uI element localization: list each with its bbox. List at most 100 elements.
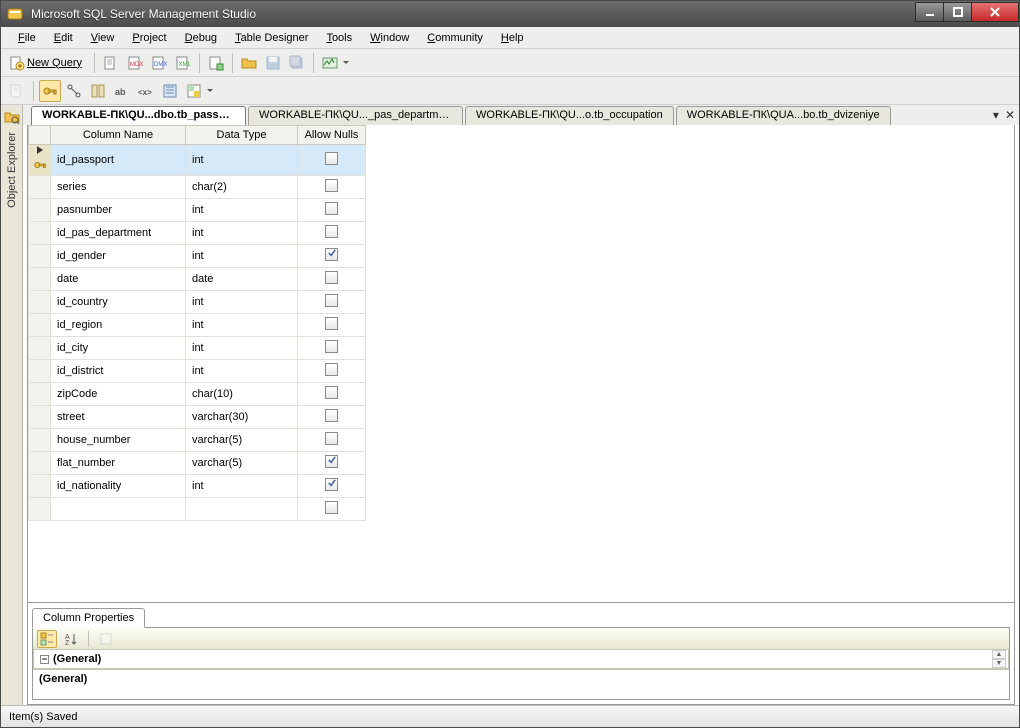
menu-project[interactable]: Project (123, 29, 175, 47)
check-constraints-icon[interactable] (159, 80, 181, 102)
columns-grid[interactable]: Column Name Data Type Allow Nulls id_pas… (28, 125, 366, 521)
dmx-query-icon[interactable]: DMX (148, 52, 170, 74)
allow-nulls-checkbox[interactable] (325, 501, 338, 514)
cell-allow-nulls[interactable] (298, 291, 366, 314)
row-header[interactable] (29, 145, 51, 176)
table-row[interactable]: flat_numbervarchar(5) (29, 452, 366, 475)
allow-nulls-checkbox[interactable] (325, 179, 338, 192)
spatial-index-icon[interactable] (183, 80, 205, 102)
cell-data-type[interactable]: varchar(5) (186, 429, 298, 452)
close-document-icon[interactable]: ✕ (1005, 108, 1015, 122)
cell-allow-nulls[interactable] (298, 337, 366, 360)
cell-data-type[interactable]: int (186, 314, 298, 337)
cell-column-name[interactable]: zipCode (51, 383, 186, 406)
allow-nulls-checkbox[interactable] (325, 248, 338, 261)
cell-column-name[interactable]: house_number (51, 429, 186, 452)
new-db-query-icon[interactable] (100, 52, 122, 74)
fulltext-index-icon[interactable]: ab (111, 80, 133, 102)
allow-nulls-checkbox[interactable] (325, 409, 338, 422)
document-tab[interactable]: WORKABLE-ПК\QUA...bo.tb_dvizeniye (676, 106, 891, 125)
allow-nulls-checkbox[interactable] (325, 432, 338, 445)
cell-data-type[interactable]: int (186, 475, 298, 498)
allow-nulls-checkbox[interactable] (325, 271, 338, 284)
menu-file[interactable]: File (9, 29, 45, 47)
cell-data-type[interactable]: int (186, 337, 298, 360)
table-row[interactable]: id_cityint (29, 337, 366, 360)
allow-nulls-checkbox[interactable] (325, 386, 338, 399)
toolbar-overflow-icon[interactable] (342, 52, 349, 74)
table-row[interactable]: id_passportint (29, 145, 366, 176)
row-header[interactable] (29, 452, 51, 475)
cell-allow-nulls[interactable] (298, 429, 366, 452)
open-file-icon[interactable] (238, 52, 260, 74)
table-row[interactable]: id_pas_departmentint (29, 222, 366, 245)
row-header[interactable] (29, 337, 51, 360)
cell-data-type[interactable] (186, 498, 298, 521)
cell-allow-nulls[interactable] (298, 383, 366, 406)
close-button[interactable] (971, 2, 1019, 22)
table-row[interactable] (29, 498, 366, 521)
cell-data-type[interactable]: int (186, 199, 298, 222)
table-row[interactable]: house_numbervarchar(5) (29, 429, 366, 452)
cell-column-name[interactable]: id_gender (51, 245, 186, 268)
toolbar2-overflow-icon[interactable] (206, 80, 213, 102)
cell-column-name[interactable]: flat_number (51, 452, 186, 475)
scroll-up-icon[interactable]: ▲ (992, 650, 1006, 659)
cell-column-name[interactable]: date (51, 268, 186, 291)
cell-data-type[interactable]: char(2) (186, 176, 298, 199)
document-tab[interactable]: WORKABLE-ПК\QU...dbo.tb_passport (31, 106, 246, 125)
row-header[interactable] (29, 222, 51, 245)
titlebar[interactable]: Microsoft SQL Server Management Studio (1, 1, 1019, 27)
cell-column-name[interactable]: id_city (51, 337, 186, 360)
allow-nulls-checkbox[interactable] (325, 363, 338, 376)
cell-data-type[interactable]: int (186, 291, 298, 314)
xml-index-icon[interactable]: <x> (135, 80, 157, 102)
cell-column-name[interactable]: id_passport (51, 145, 186, 176)
header-data-type[interactable]: Data Type (186, 126, 298, 145)
allow-nulls-checkbox[interactable] (325, 317, 338, 330)
row-header[interactable] (29, 314, 51, 337)
table-row[interactable]: id_regionint (29, 314, 366, 337)
expand-icon[interactable]: − (40, 655, 49, 664)
row-header[interactable] (29, 475, 51, 498)
mdx-query-icon[interactable]: MDX (124, 52, 146, 74)
table-row[interactable]: id_countryint (29, 291, 366, 314)
allow-nulls-checkbox[interactable] (325, 225, 338, 238)
categorized-view-icon[interactable] (37, 630, 57, 648)
table-row[interactable]: zipCodechar(10) (29, 383, 366, 406)
row-header[interactable] (29, 199, 51, 222)
cell-allow-nulls[interactable] (298, 360, 366, 383)
menu-table-designer[interactable]: Table Designer (226, 29, 317, 47)
cell-column-name[interactable]: id_district (51, 360, 186, 383)
set-primary-key-icon[interactable] (39, 80, 61, 102)
cell-allow-nulls[interactable] (298, 222, 366, 245)
cell-data-type[interactable]: char(10) (186, 383, 298, 406)
row-header[interactable] (29, 383, 51, 406)
document-tab[interactable]: WORKABLE-ПК\QU...o.tb_occupation (465, 106, 674, 125)
table-row[interactable]: id_genderint (29, 245, 366, 268)
indexes-icon[interactable] (87, 80, 109, 102)
row-header[interactable] (29, 429, 51, 452)
cell-data-type[interactable]: int (186, 245, 298, 268)
cell-data-type[interactable]: varchar(5) (186, 452, 298, 475)
allow-nulls-checkbox[interactable] (325, 455, 338, 468)
row-header[interactable] (29, 498, 51, 521)
cell-allow-nulls[interactable] (298, 314, 366, 337)
menu-debug[interactable]: Debug (176, 29, 226, 47)
xmla-query-icon[interactable]: XML (172, 52, 194, 74)
cell-data-type[interactable]: int (186, 222, 298, 245)
allow-nulls-checkbox[interactable] (325, 294, 338, 307)
menu-tools[interactable]: Tools (317, 29, 361, 47)
cell-allow-nulls[interactable] (298, 199, 366, 222)
cell-column-name[interactable]: id_nationality (51, 475, 186, 498)
cell-allow-nulls[interactable] (298, 498, 366, 521)
cell-allow-nulls[interactable] (298, 268, 366, 291)
cell-data-type[interactable]: varchar(30) (186, 406, 298, 429)
cell-column-name[interactable]: id_region (51, 314, 186, 337)
alphabetical-view-icon[interactable]: AZ (61, 630, 81, 648)
relationships-icon[interactable] (63, 80, 85, 102)
column-properties-tab[interactable]: Column Properties (32, 608, 145, 628)
minimize-button[interactable] (915, 2, 944, 22)
allow-nulls-checkbox[interactable] (325, 202, 338, 215)
menu-edit[interactable]: Edit (45, 29, 82, 47)
